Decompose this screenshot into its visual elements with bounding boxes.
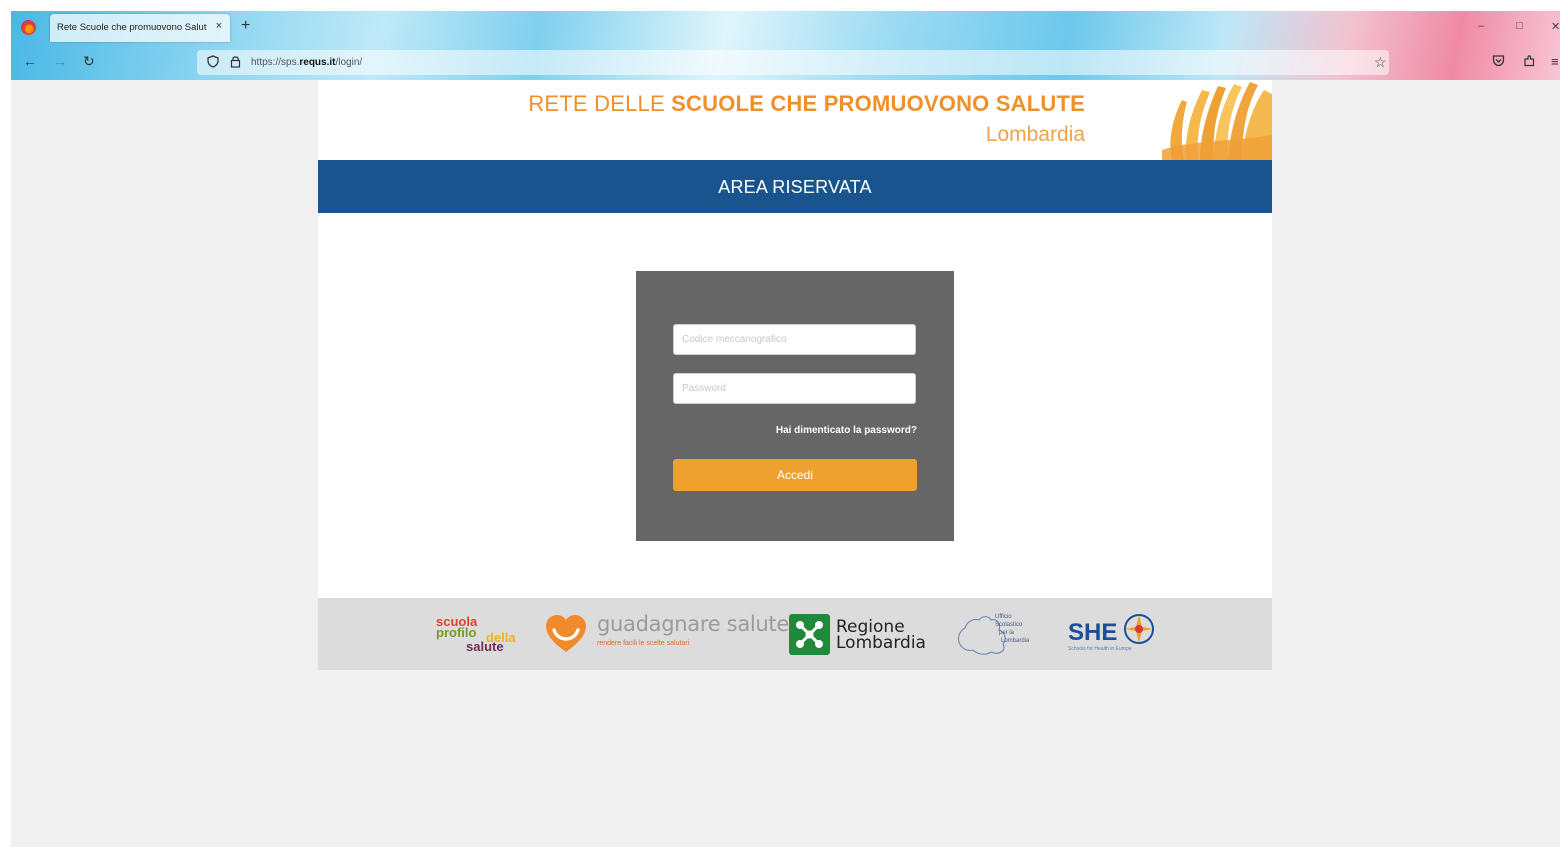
school-code-input[interactable]: [673, 324, 916, 355]
guadagnare-salute-logo: guadagnare salute rendere facili le scel…: [544, 610, 789, 658]
url-bar[interactable]: https://sps.requs.it/login/ ☆: [197, 50, 1389, 75]
site-title: RETE DELLE SCUOLE CHE PROMUOVONO SALUTE: [528, 91, 1085, 117]
she-logo: SHE Schools for Health in Europe: [1068, 612, 1168, 658]
close-window-icon[interactable]: ✕: [1551, 20, 1560, 33]
browser-tab[interactable]: Rete Scuole che promuovono Salut ×: [50, 14, 230, 42]
logo1-line4: salute: [466, 639, 504, 654]
rosa-camuna-icon: [789, 614, 830, 655]
site-title-strong: SCUOLE CHE PROMUOVONO SALUTE: [671, 91, 1085, 116]
forward-arrow-icon[interactable]: →: [53, 53, 67, 69]
reload-icon[interactable]: ↻: [83, 53, 95, 70]
minimize-icon[interactable]: –: [1478, 20, 1484, 32]
login-form: Hai dimenticato la password? Accedi: [636, 271, 954, 541]
logo4-line2: Scolastico: [995, 622, 1023, 628]
nav-bar: ← → ↻ https://sps.requs.it/login/ ☆ ≡: [11, 45, 1560, 80]
url-text: https://sps.requs.it/login/: [251, 57, 362, 68]
new-tab-icon[interactable]: +: [241, 17, 250, 35]
maximize-icon[interactable]: □: [1516, 20, 1523, 32]
ufficio-scolastico-logo: Ufficio Scolastico per la Lombardia: [955, 612, 1055, 658]
menu-icon[interactable]: ≡: [1551, 54, 1559, 69]
login-button[interactable]: Accedi: [673, 459, 917, 491]
back-arrow-icon[interactable]: ←: [23, 53, 37, 69]
logo1-line2: profilo: [436, 625, 477, 640]
pocket-icon[interactable]: [1492, 54, 1505, 70]
logo4-line4: Lombardia: [1001, 638, 1030, 644]
site-header: RETE DELLE SCUOLE CHE PROMUOVONO SALUTE …: [318, 80, 1272, 160]
tab-strip: Rete Scuole che promuovono Salut × + – □…: [11, 11, 1560, 45]
url-path: /login/: [335, 57, 363, 68]
browser-chrome: Rete Scuole che promuovono Salut × + – □…: [11, 11, 1560, 80]
lock-icon[interactable]: [230, 55, 241, 71]
reserved-area-title: AREA RISERVATA: [718, 177, 872, 197]
page-viewport: RETE DELLE SCUOLE CHE PROMUOVONO SALUTE …: [11, 80, 1560, 847]
extensions-icon[interactable]: [1523, 54, 1536, 70]
logo3-line2: Lombardia: [836, 633, 926, 653]
logo4-line3: per la: [999, 630, 1015, 636]
site-title-normal: RETE DELLE: [528, 91, 672, 116]
tab-close-icon[interactable]: ×: [216, 20, 222, 32]
url-domain: requs.it: [299, 57, 336, 68]
reserved-area-banner: AREA RISERVATA: [318, 160, 1272, 213]
scuola-profilo-salute-logo: scuola profilo della salute: [436, 614, 526, 658]
heart-smile-icon: [546, 615, 586, 652]
logo2-title: guadagnare salute: [597, 612, 789, 636]
shield-icon[interactable]: [207, 55, 219, 71]
url-prefix: https://sps.: [251, 57, 300, 68]
logo4-line1: Ufficio: [995, 614, 1012, 620]
logo5-tagline: Schools for Health in Europe: [1068, 646, 1132, 652]
logo2-tagline: rendere facili le scelte salutari: [597, 640, 690, 647]
site-subtitle: Lombardia: [985, 123, 1085, 146]
she-globe-icon: [1124, 614, 1154, 644]
bookmark-star-icon[interactable]: ☆: [1374, 54, 1387, 71]
brush-stroke-decoration-icon: [1162, 82, 1272, 160]
tab-title: Rete Scuole che promuovono Salut: [57, 22, 207, 33]
logo5-title: SHE: [1068, 619, 1118, 646]
regione-lombardia-logo: Regione Lombardia: [789, 613, 939, 657]
site-container: RETE DELLE SCUOLE CHE PROMUOVONO SALUTE …: [318, 80, 1272, 670]
firefox-logo-icon: [21, 20, 36, 35]
forgot-password-link[interactable]: Hai dimenticato la password?: [776, 425, 917, 436]
partner-logos-footer: scuola profilo della salute guadagnare s…: [318, 598, 1272, 670]
password-input[interactable]: [673, 373, 916, 404]
